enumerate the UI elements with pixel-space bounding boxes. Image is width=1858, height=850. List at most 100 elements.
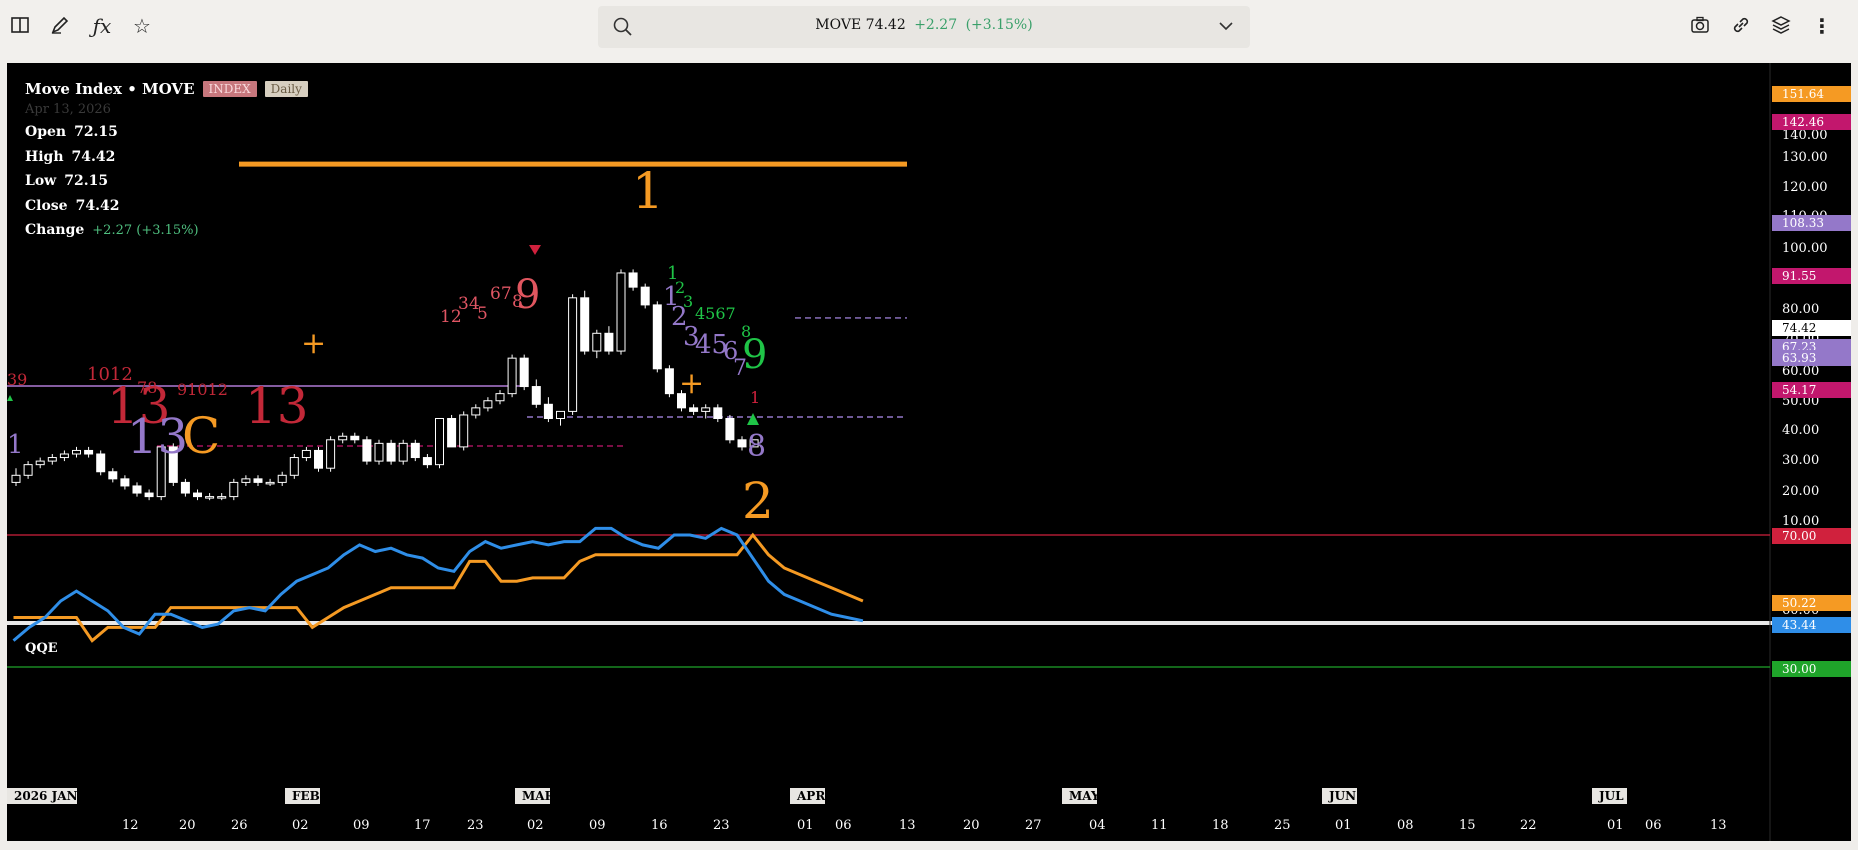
candle-body bbox=[277, 474, 287, 483]
link-icon[interactable] bbox=[1729, 14, 1753, 38]
sidebar-toggle-icon[interactable] bbox=[8, 14, 32, 38]
ticker-price: 74.42 bbox=[865, 17, 906, 33]
price-tick: 40.00 bbox=[1782, 423, 1819, 438]
annotation-small: 78 bbox=[137, 378, 157, 397]
candle-body bbox=[96, 453, 106, 473]
layers-icon[interactable] bbox=[1769, 14, 1793, 38]
qqe-badge-label: 50.22 bbox=[1782, 596, 1816, 610]
qqe-label: QQE bbox=[25, 641, 58, 656]
low-value: 72.15 bbox=[64, 173, 109, 189]
day-label: 08 bbox=[1397, 818, 1414, 833]
day-label: 18 bbox=[1212, 818, 1229, 833]
top-toolbar: ƒx ☆ MOVE 74.42 +2.27 (+3.15%) ⋮ bbox=[0, 0, 1858, 60]
close-value: 74.42 bbox=[75, 197, 120, 214]
candle-body bbox=[314, 449, 323, 469]
price-tick: 60.00 bbox=[1782, 364, 1819, 379]
camera-icon[interactable] bbox=[1688, 14, 1712, 38]
legend-date: Apr 13, 2026 bbox=[25, 102, 111, 117]
day-label: 17 bbox=[414, 818, 431, 833]
symbol-search-bar[interactable]: MOVE 74.42 +2.27 (+3.15%) bbox=[598, 6, 1250, 48]
month-label: MAR bbox=[522, 789, 556, 803]
annotation-small: 7 bbox=[733, 356, 747, 381]
day-label: 15 bbox=[1459, 818, 1476, 833]
day-label: 22 bbox=[1520, 818, 1537, 833]
time-axis: 2026 JAN FEB MAR APR MAY JUN JUL 12 20 26 02 09 17 23… bbox=[7, 788, 1727, 833]
month-label: MAY bbox=[1069, 789, 1100, 803]
plus-marker: + bbox=[301, 326, 326, 361]
qqe-pane bbox=[7, 526, 1770, 668]
star-icon[interactable]: ☆ bbox=[130, 14, 154, 38]
price-tick: 100.00 bbox=[1782, 241, 1828, 256]
candle-body bbox=[422, 457, 432, 466]
candle-body bbox=[362, 439, 372, 462]
month-label: FEB bbox=[292, 789, 320, 803]
day-label: 13 bbox=[899, 818, 916, 833]
open-label: Open bbox=[25, 124, 67, 140]
price-badge-label: 108.33 bbox=[1782, 216, 1824, 230]
candle-body bbox=[35, 460, 45, 466]
day-label: 23 bbox=[713, 818, 730, 833]
candle-body bbox=[398, 442, 408, 462]
candle-body bbox=[471, 407, 481, 416]
candle-body bbox=[229, 481, 239, 498]
candle-body bbox=[265, 481, 275, 485]
day-label: 16 bbox=[651, 818, 668, 833]
price-tick: 130.00 bbox=[1782, 150, 1828, 165]
sell-triangle-icon bbox=[529, 245, 541, 255]
chevron-down-icon[interactable] bbox=[1216, 16, 1236, 36]
candle-body bbox=[556, 410, 565, 419]
candle-body bbox=[640, 286, 650, 306]
month-label: JUL bbox=[1598, 789, 1624, 803]
candle-body bbox=[410, 442, 420, 459]
candle-body bbox=[592, 332, 602, 352]
annotation-13: 13 bbox=[245, 377, 309, 435]
annotation-small: 4567 bbox=[695, 304, 736, 323]
more-vertical-icon[interactable]: ⋮ bbox=[1810, 14, 1834, 38]
day-label: 12 bbox=[122, 818, 139, 833]
candle-body bbox=[144, 492, 154, 498]
pencil-icon[interactable] bbox=[48, 14, 72, 38]
candle-body bbox=[108, 471, 118, 480]
annotation-1-orange: 1 bbox=[632, 162, 664, 220]
day-label: 26 bbox=[231, 818, 248, 833]
price-badge-label: 54.17 bbox=[1782, 383, 1816, 397]
candle-body bbox=[543, 403, 553, 419]
candle-body bbox=[241, 478, 251, 483]
plus-marker: + bbox=[679, 366, 704, 401]
index-badge: INDEX bbox=[202, 81, 257, 97]
candle-body bbox=[459, 414, 469, 448]
candle-body bbox=[580, 297, 590, 352]
instrument-title[interactable]: Move Index • MOVE bbox=[25, 80, 195, 98]
candle-body bbox=[447, 418, 457, 448]
day-label: 06 bbox=[835, 818, 852, 833]
price-tick: 20.00 bbox=[1782, 484, 1819, 499]
interval-badge[interactable]: Daily bbox=[264, 81, 308, 97]
candle-body bbox=[84, 449, 94, 455]
candle-body bbox=[737, 439, 747, 448]
annotation-small: 91012 bbox=[177, 380, 228, 399]
price-badge-label: 142.46 bbox=[1782, 115, 1824, 129]
candle-body bbox=[180, 481, 190, 494]
ticker-summary: MOVE 74.42 +2.27 (+3.15%) bbox=[598, 17, 1250, 33]
day-label: 02 bbox=[292, 818, 309, 833]
pane-separator[interactable] bbox=[7, 621, 1851, 625]
candle-body bbox=[253, 478, 263, 483]
day-label: 06 bbox=[1645, 818, 1662, 833]
function-icon[interactable]: ƒx bbox=[90, 14, 114, 38]
ticker-change: +2.27 bbox=[914, 17, 958, 33]
month-label: JUN bbox=[1328, 789, 1356, 803]
day-label: 11 bbox=[1151, 818, 1168, 833]
qqe-badge-label: 43.44 bbox=[1782, 618, 1817, 632]
day-label: 20 bbox=[179, 818, 196, 833]
candle-body bbox=[120, 478, 130, 487]
day-label: 13 bbox=[1710, 818, 1727, 833]
annotation-small: 8 bbox=[741, 322, 751, 341]
candle-body bbox=[435, 418, 444, 466]
candle-body bbox=[47, 457, 57, 462]
day-label: 25 bbox=[1274, 818, 1291, 833]
candle-body bbox=[483, 400, 493, 409]
day-label: 02 bbox=[527, 818, 544, 833]
candle-body bbox=[701, 407, 711, 412]
candle-body bbox=[507, 357, 517, 395]
day-label: 09 bbox=[353, 818, 370, 833]
